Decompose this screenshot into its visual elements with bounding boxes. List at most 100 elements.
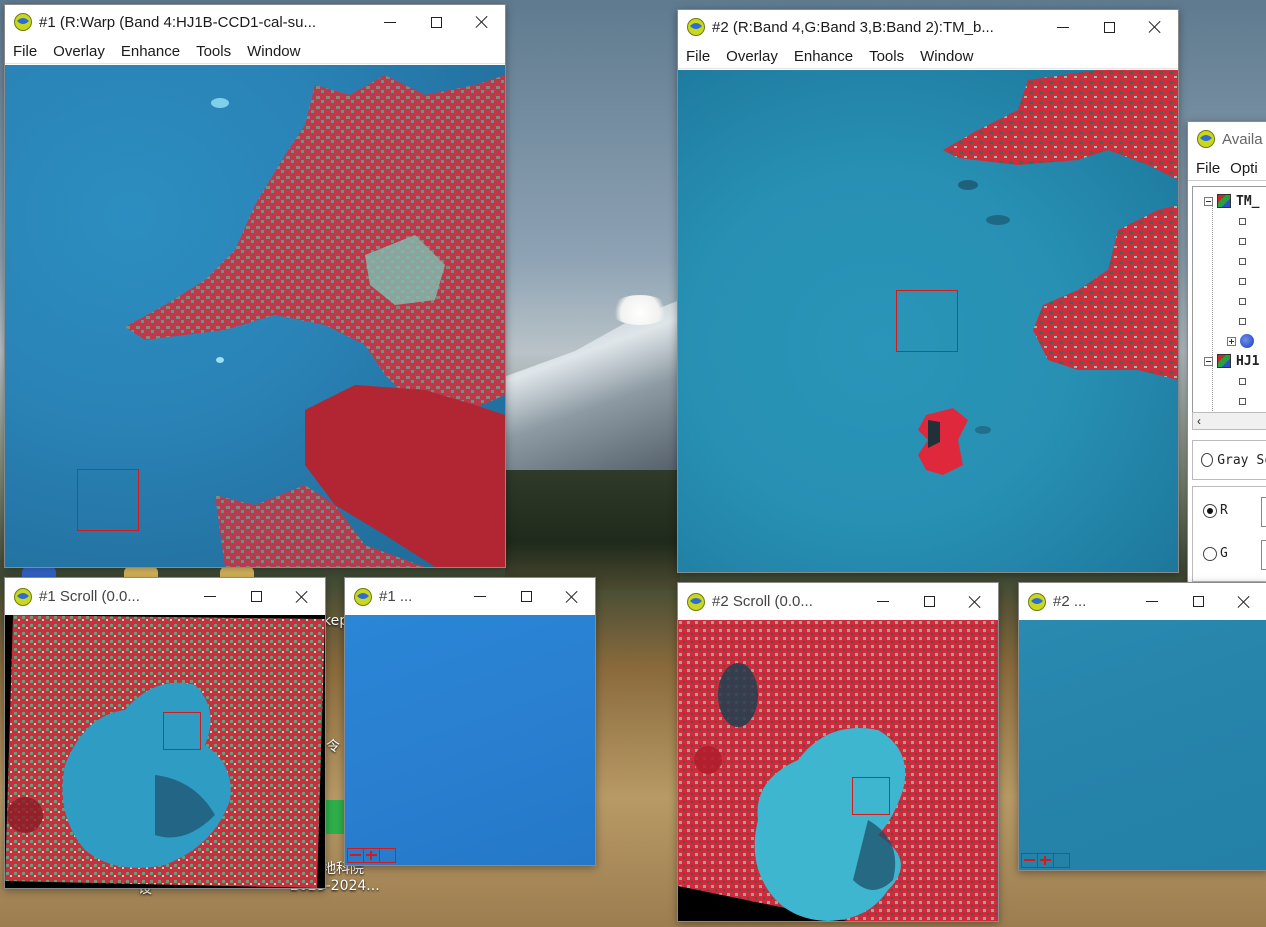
zoom-out-icon[interactable] [1021, 853, 1038, 868]
wallpaper-forest [505, 470, 680, 590]
map-info-node[interactable] [1227, 331, 1254, 351]
maximize-button[interactable] [233, 580, 279, 614]
menu-file[interactable]: File [678, 48, 718, 65]
zoom-in-icon[interactable] [363, 848, 380, 863]
band-leaf[interactable] [1239, 251, 1246, 271]
image-window-2[interactable]: #2 (R:Band 4,G:Band 3,B:Band 2):TM_b... … [677, 9, 1179, 573]
g-band-field[interactable] [1261, 540, 1266, 570]
menu-file[interactable]: File [5, 43, 45, 60]
band-leaf[interactable] [1239, 211, 1246, 231]
close-button[interactable] [279, 580, 325, 614]
title-bar[interactable]: #1 ... [345, 578, 595, 615]
envi-globe-icon [1197, 130, 1215, 148]
menu-file[interactable]: File [1188, 160, 1228, 177]
title-bar[interactable]: #2 Scroll (0.0... [678, 583, 998, 620]
band-leaf[interactable] [1239, 291, 1246, 311]
satellite-image[interactable] [678, 70, 1178, 572]
band-leaf[interactable] [1239, 311, 1246, 331]
expand-icon[interactable] [1227, 336, 1236, 346]
tree-node-label: TM_ [1236, 193, 1260, 209]
r-band-field[interactable] [1261, 497, 1266, 527]
zoom-image[interactable] [345, 615, 595, 865]
rgb-group: R G [1192, 486, 1266, 582]
menu-window[interactable]: Window [239, 43, 308, 60]
band-leaf-icon [1239, 257, 1246, 265]
maximize-icon [923, 596, 935, 607]
scroll-overview-image[interactable] [678, 620, 998, 921]
available-bands-window[interactable]: Availa File Opti TM_ HJ1 ‹ Gray S R G [1187, 121, 1266, 583]
maximize-button[interactable] [413, 5, 459, 39]
tree-node-tm[interactable]: TM_ [1193, 191, 1259, 211]
scroll-left-icon[interactable]: ‹ [1197, 414, 1201, 428]
close-button[interactable] [549, 580, 595, 614]
zoom-in-icon[interactable] [1037, 853, 1054, 868]
maximize-button[interactable] [1086, 10, 1132, 44]
collapse-icon[interactable] [1204, 356, 1213, 366]
zoom-out-icon[interactable] [347, 848, 364, 863]
menu-enhance[interactable]: Enhance [113, 43, 188, 60]
title-bar[interactable]: Availa [1188, 122, 1266, 156]
menu-tools[interactable]: Tools [188, 43, 239, 60]
r-radio[interactable] [1203, 503, 1217, 518]
zoom-selection-box[interactable] [896, 290, 958, 352]
image-window-1[interactable]: #1 (R:Warp (Band 4:HJ1B-CCD1-cal-su... F… [4, 4, 506, 568]
minimize-button[interactable] [1129, 585, 1175, 619]
band-leaf-icon [1239, 217, 1246, 225]
maximize-button[interactable] [906, 585, 952, 619]
minimize-button[interactable] [457, 580, 503, 614]
band-leaf-icon [1239, 377, 1246, 385]
crosshair-toggle-icon[interactable] [1053, 853, 1070, 868]
envi-globe-icon [687, 18, 705, 36]
tree-node-hj[interactable]: HJ1 [1193, 351, 1259, 371]
title-bar[interactable]: #1 (R:Warp (Band 4:HJ1B-CCD1-cal-su... [5, 5, 505, 39]
zoom-window-1[interactable]: #1 ... [344, 577, 596, 866]
menu-overlay[interactable]: Overlay [45, 43, 113, 60]
scroll-window-1[interactable]: #1 Scroll (0.0... [4, 577, 326, 889]
menu-options[interactable]: Opti [1228, 160, 1266, 177]
band-leaf[interactable] [1239, 231, 1246, 251]
scroll-overview-image[interactable] [5, 615, 325, 888]
desktop-text-ling[interactable]: 令 [326, 736, 340, 756]
band-tree[interactable]: TM_ HJ1 [1192, 186, 1266, 414]
satellite-image[interactable] [5, 65, 505, 567]
g-radio[interactable] [1203, 546, 1217, 561]
close-button[interactable] [1132, 10, 1178, 44]
window-title: #2 (R:Band 4,G:Band 3,B:Band 2):TM_b... [712, 18, 994, 36]
minimize-button[interactable] [187, 580, 233, 614]
gray-scale-radio[interactable] [1201, 453, 1214, 467]
close-button[interactable] [1221, 585, 1266, 619]
zoom-image[interactable] [1019, 620, 1266, 870]
maximize-button[interactable] [503, 580, 549, 614]
close-button[interactable] [459, 5, 505, 39]
close-button[interactable] [952, 585, 998, 619]
scroll-window-2[interactable]: #2 Scroll (0.0... [677, 582, 999, 922]
view-extent-box[interactable] [163, 712, 201, 750]
title-bar[interactable]: #1 Scroll (0.0... [5, 578, 325, 615]
title-bar[interactable]: #2 (R:Band 4,G:Band 3,B:Band 2):TM_b... [678, 10, 1178, 44]
overview-landmass [5, 615, 325, 888]
window-title: Availa [1222, 130, 1263, 148]
menu-enhance[interactable]: Enhance [786, 48, 861, 65]
horizontal-scrollbar[interactable]: ‹ [1192, 412, 1266, 430]
title-bar[interactable]: #2 ... [1019, 583, 1266, 620]
zoom-window-2[interactable]: #2 ... [1018, 582, 1266, 871]
minimize-icon [1146, 601, 1158, 602]
band-leaf[interactable] [1239, 271, 1246, 291]
g-row: G [1203, 546, 1228, 561]
minimize-button[interactable] [860, 585, 906, 619]
view-extent-box[interactable] [852, 777, 890, 815]
menu-tools[interactable]: Tools [861, 48, 912, 65]
minimize-icon [204, 596, 216, 597]
envi-globe-icon [14, 13, 32, 31]
band-leaf[interactable] [1239, 371, 1246, 391]
minimize-button[interactable] [367, 5, 413, 39]
band-leaf[interactable] [1239, 391, 1246, 411]
menu-overlay[interactable]: Overlay [718, 48, 786, 65]
collapse-icon[interactable] [1204, 196, 1213, 206]
maximize-button[interactable] [1175, 585, 1221, 619]
menu-window[interactable]: Window [912, 48, 981, 65]
r-row: R [1203, 503, 1228, 518]
minimize-button[interactable] [1040, 10, 1086, 44]
zoom-selection-box[interactable] [77, 469, 139, 531]
crosshair-toggle-icon[interactable] [379, 848, 396, 863]
